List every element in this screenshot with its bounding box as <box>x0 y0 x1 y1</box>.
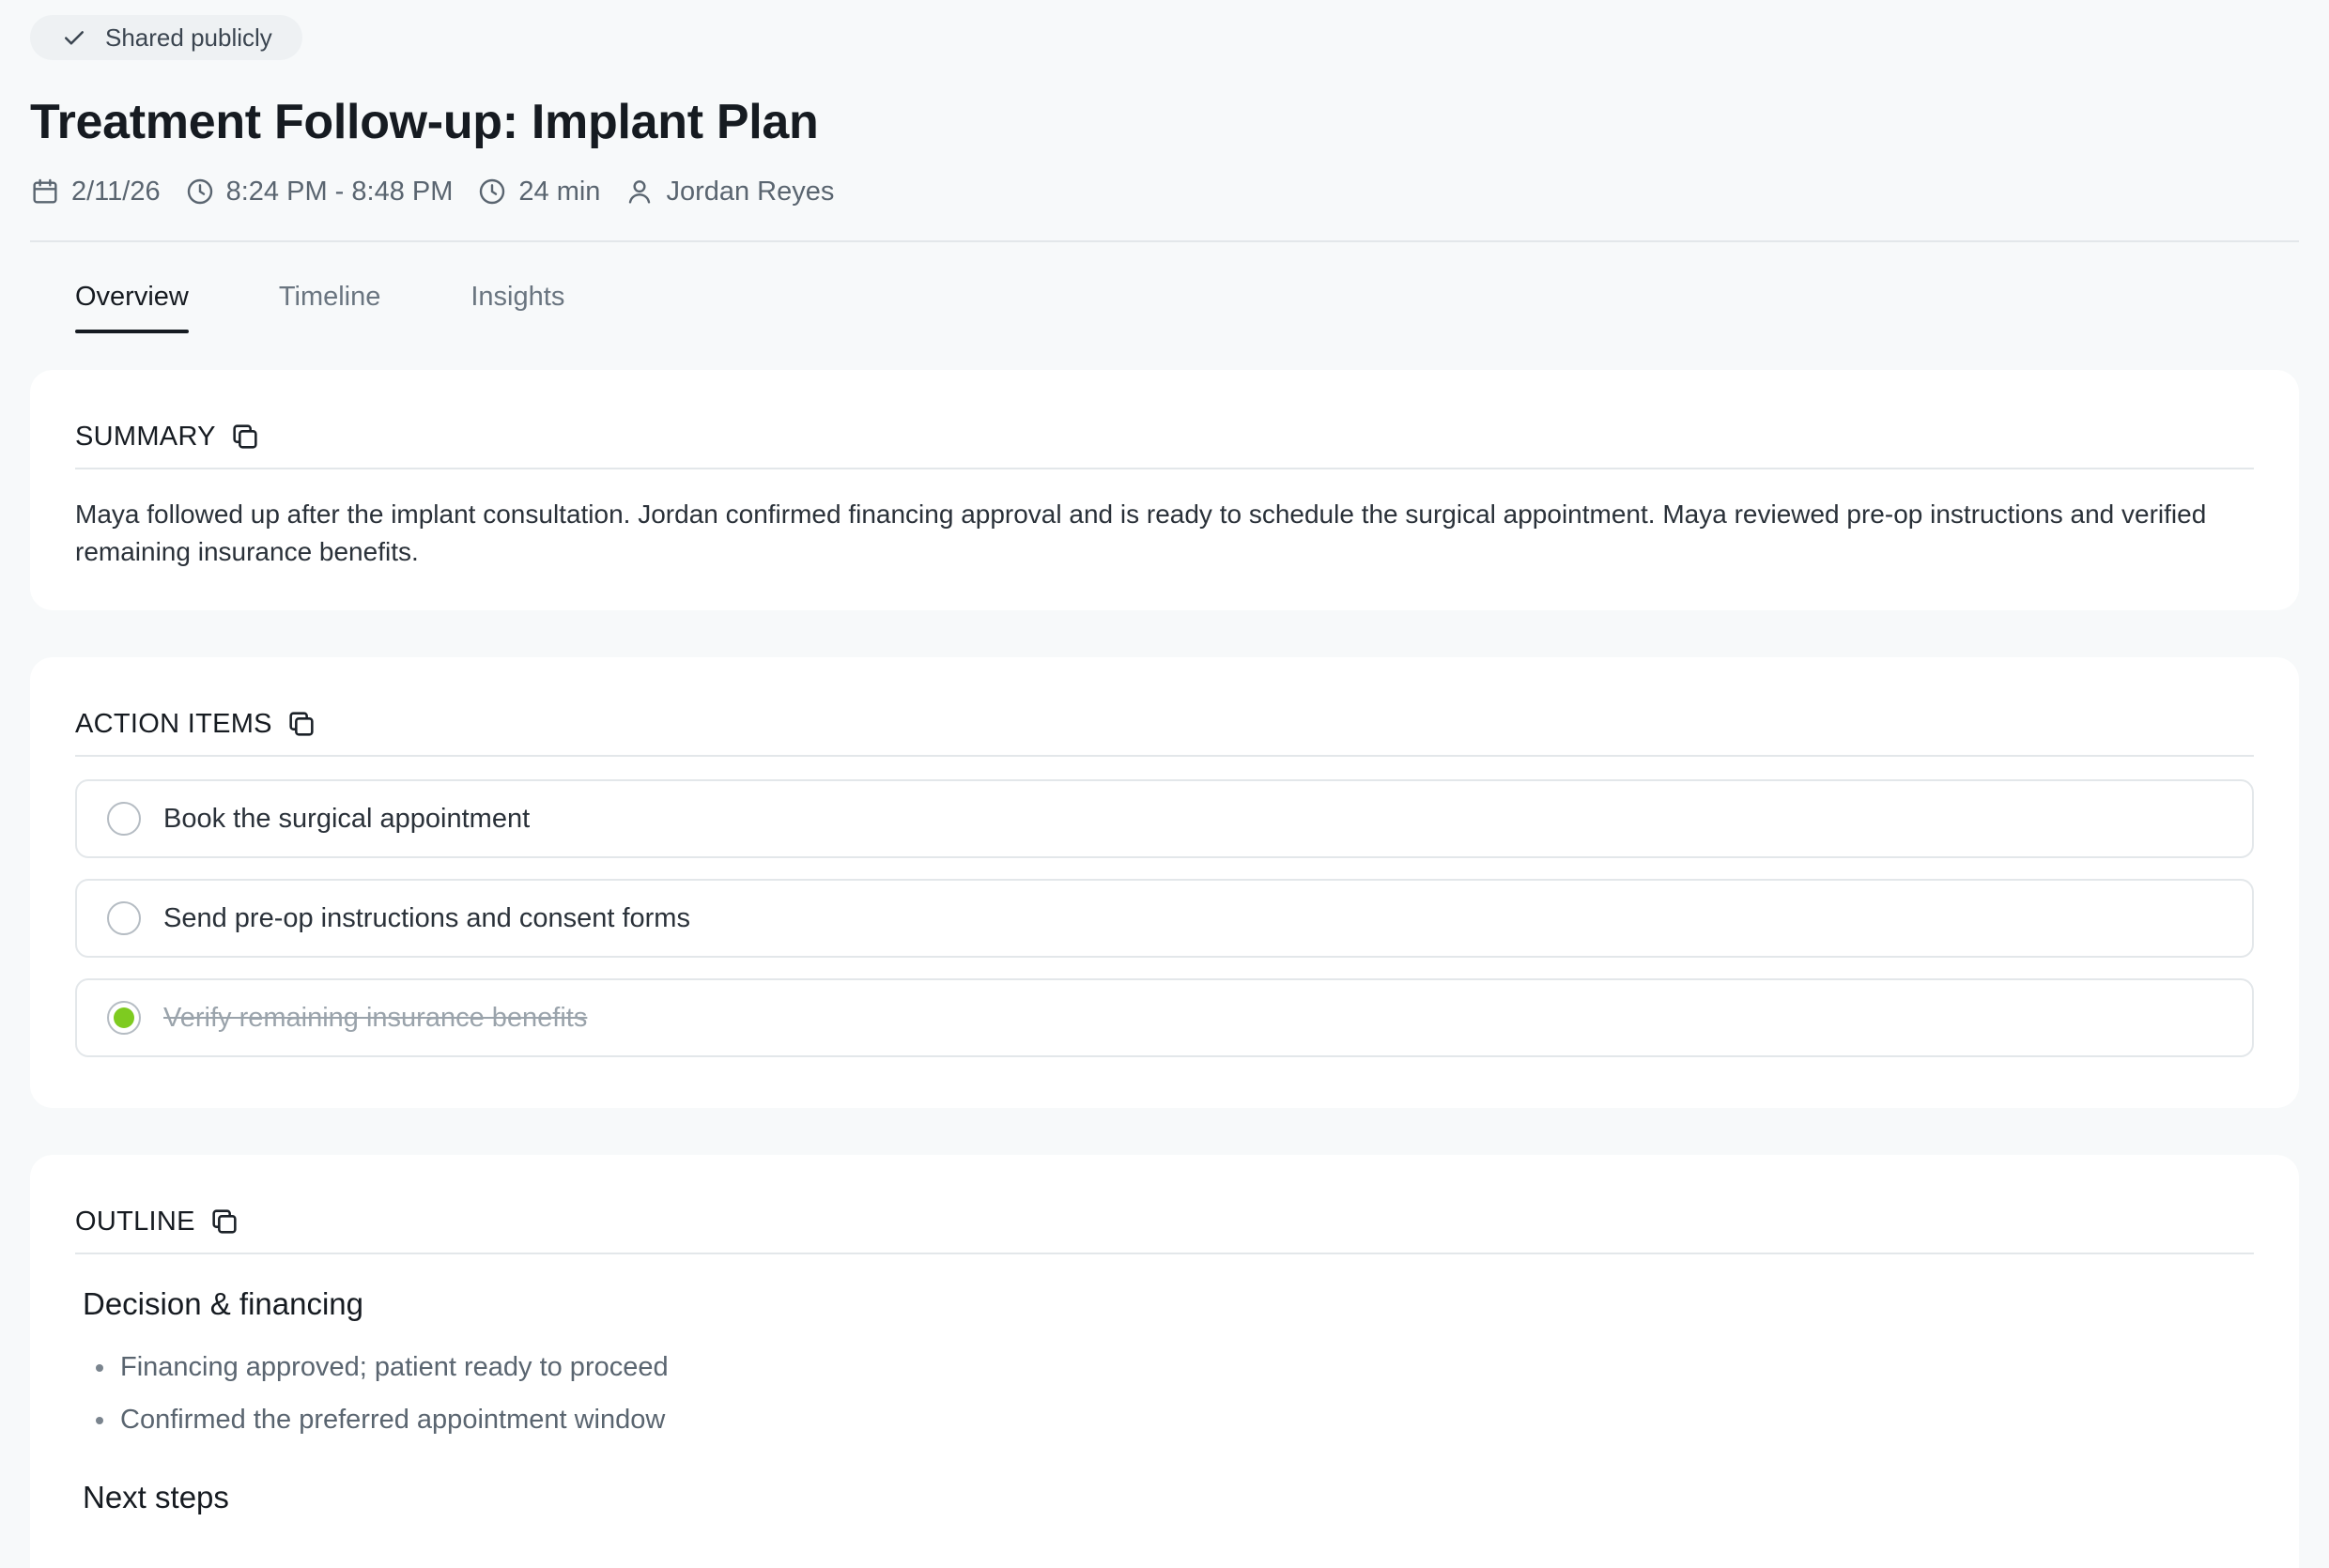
action-items-header: ACTION ITEMS <box>75 693 2254 757</box>
meta-time-text: 8:24 PM - 8:48 PM <box>225 176 454 207</box>
action-items-heading: ACTION ITEMS <box>75 708 272 739</box>
copy-icon[interactable] <box>229 421 261 453</box>
action-item-label: Book the surgical appointment <box>163 803 531 834</box>
summary-header: SUMMARY <box>75 406 2254 469</box>
checkbox[interactable] <box>107 901 141 935</box>
copy-icon[interactable] <box>285 708 317 740</box>
shared-badge[interactable]: Shared publicly <box>30 15 302 60</box>
outline-section-title: Next steps <box>83 1480 229 1514</box>
outline-card: OUTLINE Decision & financing Financing a… <box>30 1155 2299 1568</box>
summary-card: SUMMARY Maya followed up after the impla… <box>30 370 2299 610</box>
calendar-icon <box>33 178 57 204</box>
user-icon <box>629 180 651 204</box>
meta-participant: Jordan Reyes <box>625 177 834 208</box>
checkbox[interactable] <box>107 802 141 836</box>
outline-bullets: Financing approved; patient ready to pro… <box>94 1341 2254 1446</box>
summary-text: Maya followed up after the implant consu… <box>75 500 2207 566</box>
action-item-label: Verify remaining insurance benefits <box>163 1002 588 1033</box>
tab-timeline[interactable]: Timeline <box>279 282 381 333</box>
action-items-card: ACTION ITEMS Book the surgical appointme… <box>30 657 2299 1108</box>
meta-time: 8:24 PM - 8:48 PM <box>185 176 454 208</box>
meta-date-text: 2/11/26 <box>71 176 161 207</box>
outline-header: OUTLINE <box>75 1191 2254 1254</box>
outline-heading: OUTLINE <box>75 1206 195 1237</box>
action-item[interactable]: Verify remaining insurance benefits <box>75 978 2254 1057</box>
clock-icon <box>480 178 505 205</box>
outline-section-title: Decision & financing <box>83 1286 363 1321</box>
tab-bar: Overview Timeline Insights <box>75 282 655 333</box>
meta-duration-text: 24 min <box>518 176 601 207</box>
checked-dot <box>114 1007 134 1028</box>
action-item[interactable]: Send pre-op instructions and consent for… <box>75 879 2254 958</box>
meta-date: 2/11/26 <box>30 177 161 208</box>
meta-duration: 24 min <box>477 177 600 208</box>
header-divider <box>30 240 2299 242</box>
clock-icon <box>187 178 212 205</box>
copy-icon[interactable] <box>208 1206 240 1237</box>
meta-participant-text: Jordan Reyes <box>666 176 835 207</box>
outline-bullet: Financing approved; patient ready to pro… <box>94 1341 2254 1393</box>
action-item-label: Send pre-op instructions and consent for… <box>163 902 690 933</box>
summary-heading: SUMMARY <box>75 421 216 452</box>
checkbox-checked[interactable] <box>107 1001 141 1035</box>
check-icon <box>65 31 84 45</box>
outline-bullet: Confirmed the preferred appointment wind… <box>94 1393 2254 1446</box>
tab-insights[interactable]: Insights <box>470 282 564 333</box>
page-title: Treatment Follow-up: Implant Plan <box>30 95 819 149</box>
shared-badge-label: Shared publicly <box>105 23 272 52</box>
tab-overview[interactable]: Overview <box>75 282 189 333</box>
action-list: Book the surgical appointment Send pre-o… <box>75 779 2254 1057</box>
meeting-meta: 2/11/26 8:24 PM - 8:48 PM 24 min Jordan … <box>30 173 858 210</box>
action-item[interactable]: Book the surgical appointment <box>75 779 2254 858</box>
